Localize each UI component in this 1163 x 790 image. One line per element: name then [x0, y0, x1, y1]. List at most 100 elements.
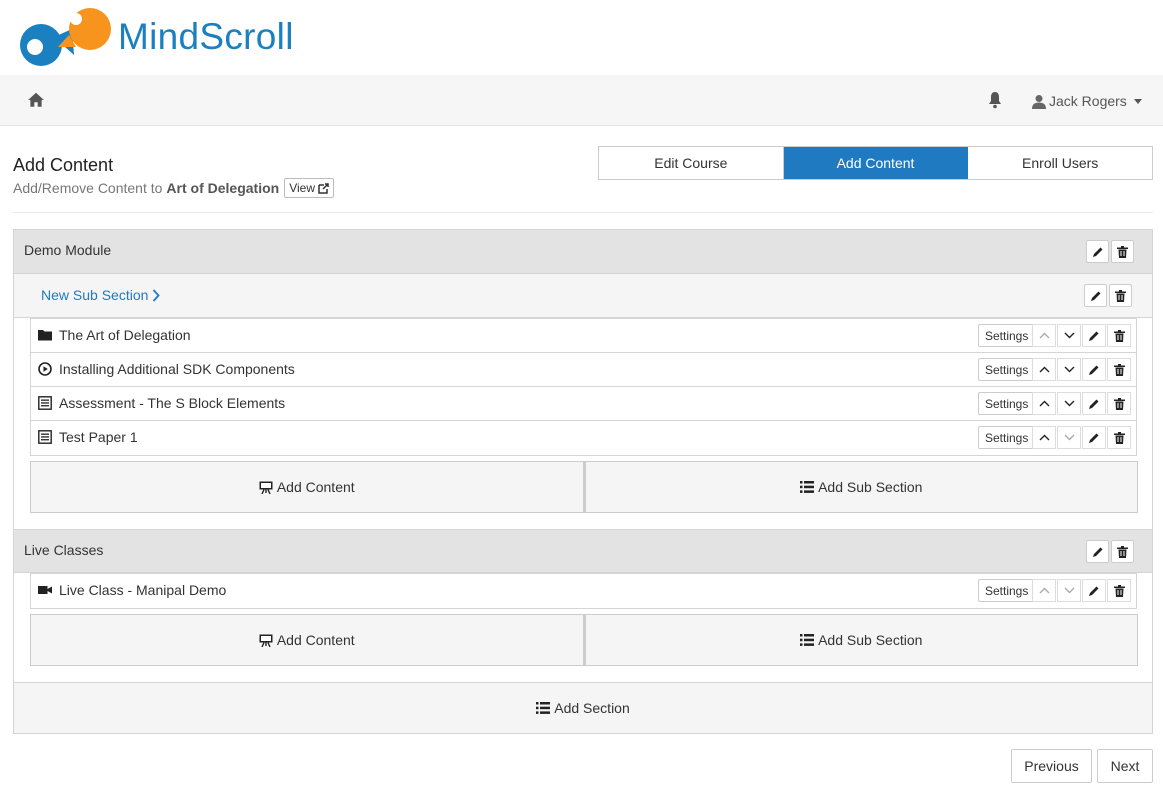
chevron-down-icon	[1064, 587, 1074, 594]
list-icon	[536, 702, 551, 714]
next-button[interactable]: Next	[1097, 749, 1153, 783]
settings-button[interactable]: Settings	[978, 392, 1036, 415]
previous-button[interactable]: Previous	[1011, 749, 1092, 783]
add-sub-section-label: Add Sub Section	[818, 632, 923, 648]
trash-icon	[1113, 397, 1125, 410]
trash-icon	[1113, 329, 1125, 342]
list-item: Test Paper 1 Settings	[31, 421, 1136, 455]
list-icon	[800, 634, 815, 646]
move-down-button[interactable]	[1057, 358, 1081, 381]
pencil-icon	[1090, 291, 1100, 301]
user-icon	[1032, 94, 1046, 109]
edit-module-button[interactable]	[1086, 540, 1109, 563]
add-content-button[interactable]: Add Content	[30, 614, 584, 666]
settings-button[interactable]: Settings	[978, 579, 1036, 602]
folder-icon	[38, 330, 52, 341]
delete-sub-section-button[interactable]	[1109, 284, 1132, 307]
tab-add-content[interactable]: Add Content	[783, 147, 969, 179]
add-content-label: Add Content	[276, 632, 355, 648]
sub-section-link[interactable]: New Sub Section	[41, 287, 161, 303]
edit-item-button[interactable]	[1082, 358, 1106, 381]
list-item: The Art of Delegation Settings	[31, 319, 1136, 353]
settings-button[interactable]: Settings	[978, 324, 1036, 347]
chevron-up-icon	[1039, 400, 1049, 407]
list-alt-icon	[38, 396, 52, 410]
settings-button[interactable]: Settings	[978, 426, 1036, 449]
move-up-button[interactable]	[1032, 579, 1056, 602]
view-label: View	[289, 181, 315, 195]
move-down-button[interactable]	[1057, 324, 1081, 347]
move-up-button[interactable]	[1032, 358, 1056, 381]
move-down-button[interactable]	[1057, 392, 1081, 415]
edit-item-button[interactable]	[1082, 324, 1106, 347]
edit-item-button[interactable]	[1082, 579, 1106, 602]
edit-sub-section-button[interactable]	[1084, 284, 1107, 307]
user-name: Jack Rogers	[1049, 93, 1127, 109]
delete-module-button[interactable]	[1111, 540, 1134, 563]
settings-button[interactable]: Settings	[978, 358, 1036, 381]
list-item: Assessment - The S Block Elements Settin…	[31, 387, 1136, 421]
pencil-icon	[1092, 247, 1102, 257]
brand-logo[interactable]: MindScroll	[14, 5, 294, 69]
view-course-button[interactable]: View	[284, 178, 334, 198]
trash-icon	[1113, 584, 1125, 597]
move-up-button[interactable]	[1032, 426, 1056, 449]
add-section-button[interactable]: Add Section	[14, 682, 1152, 733]
edit-item-button[interactable]	[1082, 426, 1106, 449]
home-icon[interactable]	[27, 91, 45, 109]
trash-icon	[1117, 245, 1128, 258]
subtitle-prefix: Add/Remove Content to	[13, 180, 163, 196]
edit-item-button[interactable]	[1082, 392, 1106, 415]
move-up-button[interactable]	[1032, 392, 1056, 415]
add-sub-section-button[interactable]: Add Sub Section	[583, 461, 1138, 513]
chevron-down-icon	[1064, 332, 1074, 339]
module-title: Demo Module	[24, 242, 112, 258]
add-content-button[interactable]: Add Content	[30, 461, 584, 513]
add-sub-section-button[interactable]: Add Sub Section	[583, 614, 1138, 666]
external-link-icon	[318, 182, 329, 194]
item-label: The Art of Delegation	[59, 327, 191, 343]
list-icon	[800, 481, 815, 493]
add-sub-section-label: Add Sub Section	[818, 479, 923, 495]
chevron-down-icon	[1064, 400, 1074, 407]
pencil-icon	[1089, 433, 1099, 443]
delete-item-button[interactable]	[1107, 358, 1131, 381]
module-header: Demo Module	[14, 230, 1152, 274]
easel-icon	[259, 481, 273, 494]
chevron-down-icon	[1064, 434, 1074, 441]
add-content-label: Add Content	[276, 479, 355, 495]
delete-item-button[interactable]	[1107, 324, 1131, 347]
module-add-row: Add Content Add Sub Section	[30, 614, 1138, 666]
course-name: Art of Delegation	[166, 180, 280, 196]
delete-module-button[interactable]	[1111, 240, 1134, 263]
list-item: Installing Additional SDK Components Set…	[31, 353, 1136, 387]
mindscroll-logo-icon	[20, 8, 111, 66]
delete-item-button[interactable]	[1107, 392, 1131, 415]
content-list: Live Class - Manipal Demo Settings	[30, 573, 1137, 609]
tab-edit-course[interactable]: Edit Course	[599, 147, 784, 179]
list-alt-icon	[38, 430, 52, 444]
item-label: Installing Additional SDK Components	[59, 361, 295, 377]
top-navbar: Jack Rogers	[0, 75, 1163, 126]
module-title: Live Classes	[24, 542, 104, 558]
delete-item-button[interactable]	[1107, 579, 1131, 602]
bell-icon[interactable]	[987, 91, 1003, 109]
sub-section-title: New Sub Section	[41, 287, 149, 303]
move-down-button[interactable]	[1057, 426, 1081, 449]
trash-icon	[1115, 289, 1126, 302]
edit-module-button[interactable]	[1086, 240, 1109, 263]
pencil-icon	[1089, 586, 1099, 596]
move-up-button[interactable]	[1032, 324, 1056, 347]
item-label: Live Class - Manipal Demo	[59, 582, 227, 598]
page-title: Add Content	[13, 155, 114, 175]
tab-enroll-users[interactable]: Enroll Users	[968, 147, 1153, 179]
item-label: Test Paper 1	[59, 429, 138, 445]
delete-item-button[interactable]	[1107, 426, 1131, 449]
add-section-label: Add Section	[554, 700, 630, 716]
trash-icon	[1113, 431, 1125, 444]
move-down-button[interactable]	[1057, 579, 1081, 602]
module-header: Live Classes	[14, 529, 1152, 573]
user-menu[interactable]: Jack Rogers	[1032, 91, 1142, 111]
easel-icon	[259, 634, 273, 647]
pencil-icon	[1089, 399, 1099, 409]
